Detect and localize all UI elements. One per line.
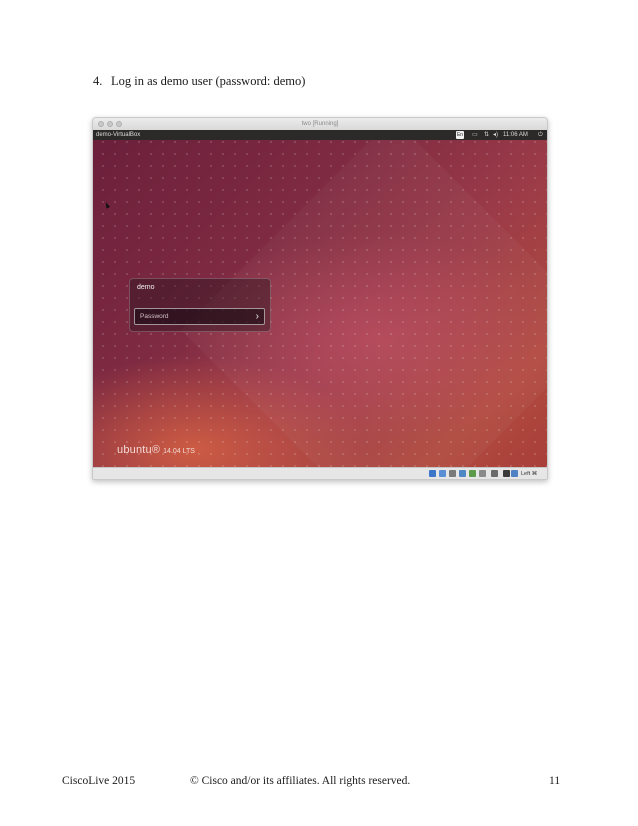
panel-clock[interactable]: 11:06 AM	[503, 130, 528, 140]
login-submit-arrow-icon[interactable]: ›	[256, 309, 259, 324]
guest-screen[interactable]: demo-VirtualBox En ▭ ⇅ ◂) 11:06 AM ⏻ dem…	[93, 130, 547, 467]
usb-icon[interactable]	[449, 470, 456, 477]
vm-status-bar: Left ⌘	[93, 467, 547, 479]
hard-disk-icon[interactable]	[429, 470, 436, 477]
cpu-icon[interactable]	[503, 470, 510, 477]
hostname-label: demo-VirtualBox	[96, 132, 141, 138]
network-adapter-icon[interactable]	[469, 470, 476, 477]
ubuntu-branding: ubuntu® 14.04 LTS	[117, 440, 195, 458]
volume-icon[interactable]: ◂)	[493, 130, 498, 140]
ubuntu-wordmark: ubuntu®	[117, 444, 161, 456]
window-title: two [Running]	[301, 121, 339, 127]
virtualbox-window[interactable]: two [Running] demo-VirtualBox En ▭ ⇅ ◂) …	[92, 117, 548, 480]
login-box: demo Password ›	[129, 278, 271, 332]
keyboard-layout-indicator[interactable]: En	[456, 131, 464, 139]
optical-drive-icon[interactable]	[439, 470, 446, 477]
power-icon[interactable]: ⏻	[538, 130, 543, 140]
top-panel: demo-VirtualBox En ▭ ⇅ ◂) 11:06 AM ⏻	[93, 130, 547, 140]
password-placeholder: Password	[140, 313, 169, 320]
login-username[interactable]: demo	[137, 283, 155, 293]
password-input[interactable]: Password ›	[134, 308, 265, 325]
battery-icon[interactable]: ▭	[472, 130, 478, 140]
ubuntu-version: 14.04 LTS	[163, 448, 195, 455]
shared-folders-icon[interactable]	[459, 470, 466, 477]
mouse-integration-icon[interactable]	[511, 470, 518, 477]
step-instruction: 4. Log in as demo user (password: demo)	[93, 74, 305, 89]
step-number: 4.	[93, 74, 103, 88]
step-text: Log in as demo user (password: demo)	[111, 74, 306, 88]
display-icon[interactable]	[479, 470, 486, 477]
footer-copyright: © Cisco and/or its affiliates. All right…	[190, 775, 411, 787]
page-number: 11	[549, 775, 561, 787]
footer-left: CiscoLive 2015	[62, 775, 136, 787]
host-key-label: Left ⌘	[521, 471, 538, 477]
network-icon[interactable]: ⇅	[484, 130, 489, 140]
recording-icon[interactable]	[491, 470, 498, 477]
